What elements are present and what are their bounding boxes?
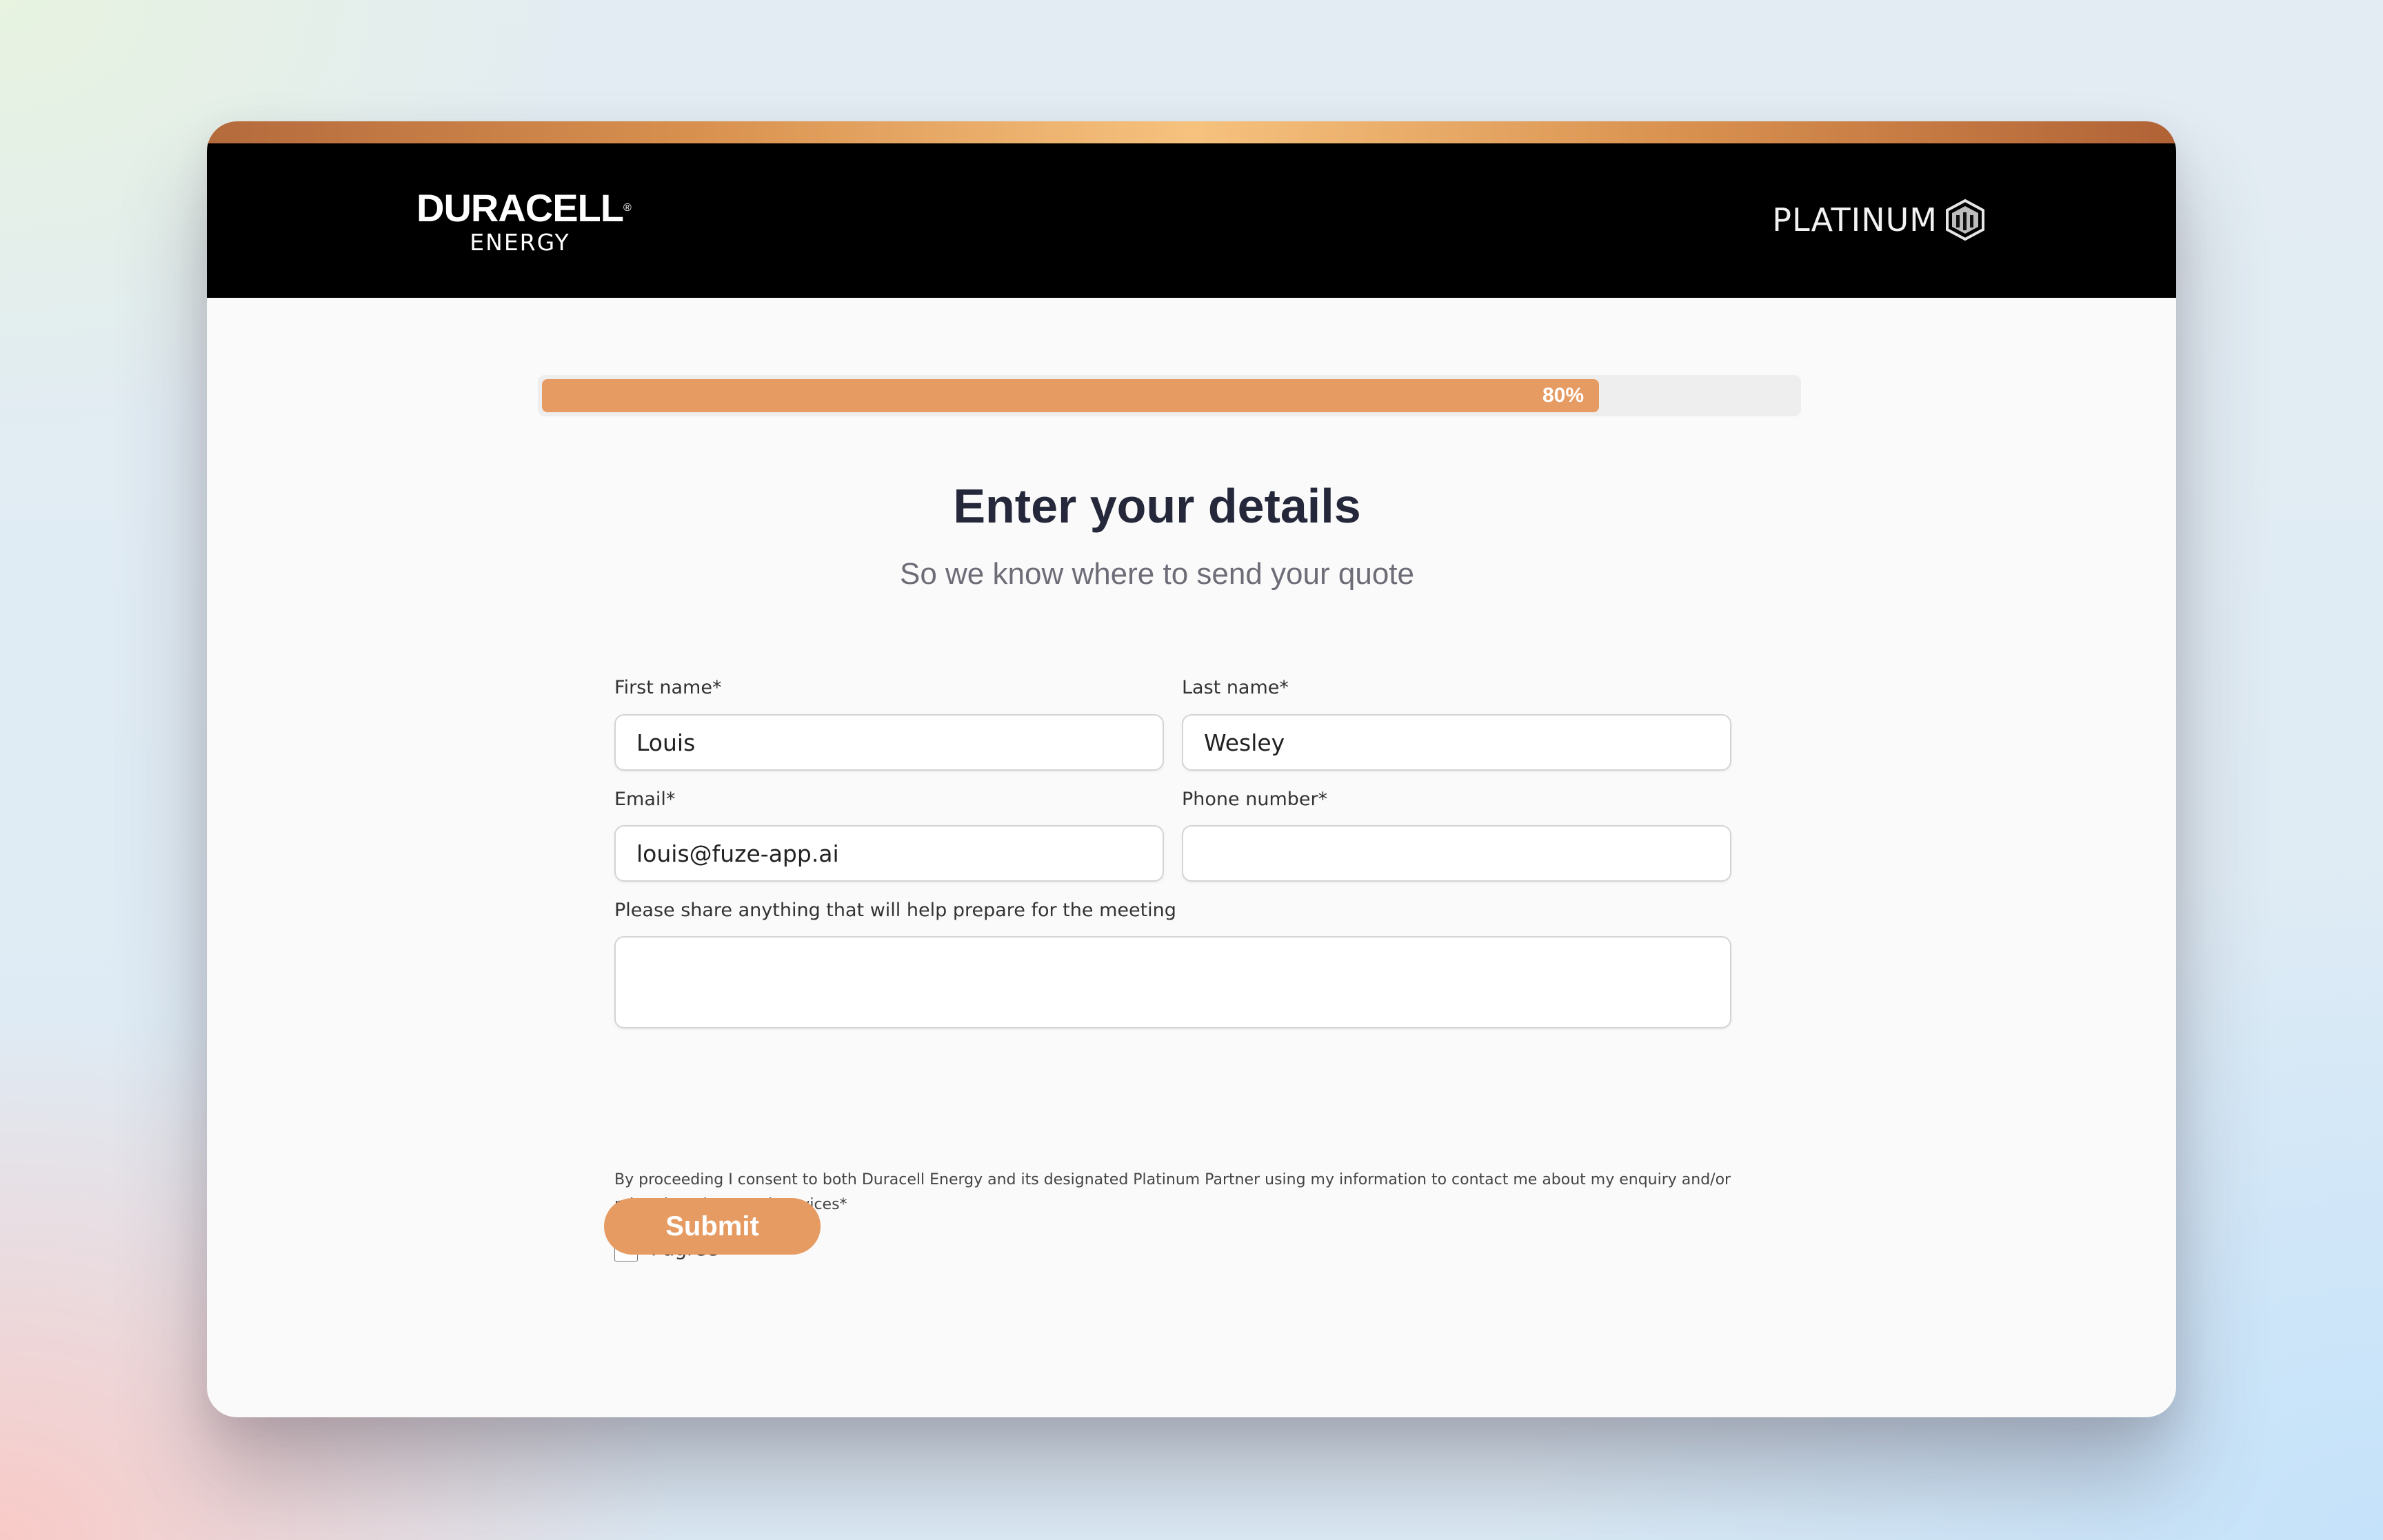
last-name-input[interactable] — [1182, 714, 1731, 771]
platinum-label: PLATINUM — [1772, 201, 1938, 239]
phone-label: Phone number* — [1182, 789, 1328, 810]
brand-name: DURACELL® — [416, 186, 632, 230]
platinum-cube-icon — [1946, 199, 1984, 241]
brand-sub: ENERGY — [470, 229, 570, 256]
progress-bar: 80% — [538, 375, 1801, 416]
progress-label: 80% — [1542, 384, 1584, 407]
page-subtitle: So we know where to send your quote — [899, 557, 1414, 591]
form-card: DURACELL® ENERGY PLATINUM 80% Enter your… — [207, 121, 2176, 1417]
notes-label: Please share anything that will help pre… — [614, 900, 1176, 921]
email-input[interactable] — [614, 825, 1164, 882]
first-name-label: First name* — [614, 677, 722, 698]
last-name-label: Last name* — [1182, 677, 1289, 698]
progress-fill: 80% — [542, 379, 1599, 412]
page-title: Enter your details — [953, 479, 1361, 533]
submit-button[interactable]: Submit — [604, 1198, 821, 1255]
platinum-partner-logo: PLATINUM — [1772, 199, 1986, 241]
phone-input[interactable] — [1182, 825, 1731, 882]
notes-textarea[interactable] — [614, 936, 1731, 1029]
duracell-energy-logo: DURACELL® ENERGY — [416, 186, 632, 256]
header: DURACELL® ENERGY PLATINUM — [207, 143, 2176, 298]
first-name-input[interactable] — [614, 714, 1164, 771]
email-label: Email* — [614, 789, 676, 810]
accent-bar — [207, 121, 2176, 143]
